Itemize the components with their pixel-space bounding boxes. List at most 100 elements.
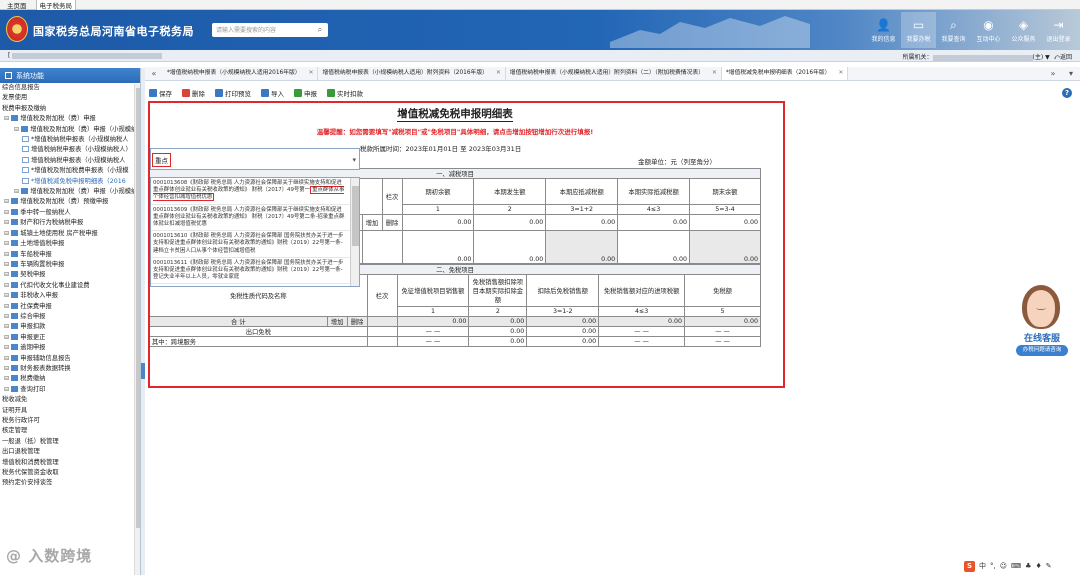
close-icon[interactable]: ✕ [712,70,717,76]
sidebar-item[interactable]: 一般退（抵）税管理 [0,437,140,447]
sidebar-item[interactable]: 增值税纳税申报表（小规模纳税人 [0,156,140,166]
sidebar-item[interactable]: ⊟ 增值税及附加税（费）申报（小规模纳 [0,187,140,197]
nav-tax-handle[interactable]: ▭ 我要办税 [901,12,936,48]
sidebar-item[interactable]: 综合信息报告 [0,83,140,93]
expand-toggle-icon[interactable]: ⊟ [14,126,21,133]
sidebar-item[interactable]: ⊟ 代扣代收文化事业建设费 [0,281,140,291]
declare-button[interactable]: 申报 [290,88,321,98]
tab-reduction-detail[interactable]: *增值税减免税申报明细表（2016年版） ✕ [721,67,849,80]
save-button[interactable]: 保存 [145,88,176,98]
expand-toggle-icon[interactable]: ⊟ [4,230,11,237]
sidebar-item[interactable]: ⊟ 增值税及附加税（费）预缴申报 [0,197,140,207]
expand-toggle-icon[interactable]: ⊟ [4,271,11,278]
sidebar-item[interactable]: 证明开具 [0,406,140,416]
close-icon[interactable]: ✕ [309,70,314,76]
expand-toggle-icon[interactable]: ⊟ [4,386,11,393]
expand-toggle-icon[interactable]: ⊟ [4,334,11,341]
tabs-menu-icon[interactable]: ▾ [1062,69,1080,78]
expand-toggle-icon[interactable]: ⊟ [4,292,11,299]
expand-toggle-icon[interactable]: ⊟ [4,323,11,330]
tab-main-return[interactable]: *增值税纳税申报表（小规模纳税人适用2016年版） ✕ [163,67,319,80]
expand-toggle-icon[interactable]: ⊟ [4,282,11,289]
dropdown-option[interactable]: 0001013611《财政部 税务总局 人力资源社会保障部 国务院扶贫办关于进一… [151,258,359,285]
sidebar-scrollbar[interactable] [134,84,140,575]
sidebar-item[interactable]: ⊟ 车船税申报 [0,250,140,260]
nav-logout[interactable]: ⇥ 退出登录 [1041,12,1076,48]
tab-schedule-2[interactable]: 增值税纳税申报表（小规模纳税人适用）附列资料（二）（附加税费情况表） ✕ [506,67,722,80]
print-preview-button[interactable]: 打印预览 [211,88,255,98]
search-icon[interactable]: ⌕ [314,24,326,36]
realtime-deduct-button[interactable]: 实时扣款 [323,88,367,98]
sidebar-item[interactable]: ⊟ 契税申报 [0,270,140,280]
chevron-down-icon[interactable]: ▾ [352,156,356,164]
sidebar-item[interactable]: ⊟ 城镇土地使用税 房产税申报 [0,229,140,239]
expand-toggle-icon[interactable]: ⊟ [4,365,11,372]
ime-item[interactable]: ♣ [1025,562,1031,570]
sidebar-item[interactable]: 核定管理 [0,426,140,436]
expand-toggle-icon[interactable]: ⊟ [4,261,11,268]
sidebar-item[interactable]: ⊟ 增值税及附加税（费）申报（小规模纳 [0,125,140,135]
sidebar-item[interactable]: 预约定价安排谈签 [0,478,140,488]
nav-my-info[interactable]: 👤 我的信息 [866,12,901,48]
delete-button[interactable]: 删除 [178,88,209,98]
back-link[interactable]: 返回 [1060,54,1072,61]
ime-item[interactable]: °, [990,562,996,570]
dropdown-option[interactable]: 0001013608《财政部 税务总局 人力资源社会保障部关于继续实施支持和促进… [151,178,359,205]
expand-toggle-icon[interactable]: ⊟ [4,313,11,320]
ime-item[interactable]: ✎ [1046,562,1052,570]
expand-toggle-icon[interactable]: ⊟ [4,219,11,226]
ime-item[interactable]: ♦ [1035,562,1041,570]
sidebar-item[interactable]: ⊟ 申报更正 [0,333,140,343]
sidebar-item[interactable]: 出口退税管理 [0,447,140,457]
collapse-handle[interactable] [141,363,145,379]
sidebar-item[interactable]: 发票使用 [0,93,140,103]
sidebar-item[interactable]: ⊟ 申报扣款 [0,322,140,332]
sidebar-item[interactable]: 税费申报及缴纳 [0,104,140,114]
sidebar-item[interactable]: ⊟ 非税收入申报 [0,291,140,301]
nav-interaction[interactable]: ◉ 互动中心 [971,12,1006,48]
dropdown-option[interactable]: 0001013610《财政部 税务总局 人力资源社会保障部 国务院扶贫办关于进一… [151,231,359,258]
expand-toggle-icon[interactable]: ⊟ [4,209,11,216]
expand-toggle-icon[interactable]: ⊟ [4,198,11,205]
options-scrollbar[interactable] [350,178,359,286]
sidebar-item[interactable]: ⊟ 季中转一般纳税人 [0,208,140,218]
sidebar-item[interactable]: ⊟ 申报辅助信息报告 [0,354,140,364]
tabs-scroll-right-icon[interactable]: » [1044,69,1062,78]
sidebar-item[interactable]: 增值税和消费税管理 [0,458,140,468]
help-icon[interactable]: ? [1062,88,1072,98]
tab-schedule-1[interactable]: 增值税纳税申报表（小规模纳税人适用）附列资料（2016年版） ✕ [318,67,506,80]
sidebar-item[interactable]: 税务代保管资金收取 [0,468,140,478]
expand-toggle-icon[interactable]: ⊟ [4,251,11,258]
ime-item[interactable]: ☺ [1000,562,1007,570]
expand-toggle-icon[interactable]: ⊟ [4,355,11,362]
expand-toggle-icon[interactable]: ⊟ [14,188,21,195]
sidebar-item[interactable]: 税务行政许可 [0,416,140,426]
browser-tab-home[interactable]: 主页面 [4,0,30,10]
sidebar-item[interactable]: 税收减免 [0,395,140,405]
expand-toggle-icon[interactable]: ⊟ [4,303,11,310]
sidebar-item[interactable]: ⊟ 车辆购置税申报 [0,260,140,270]
sidebar-item[interactable]: ⊟ 综合申报 [0,312,140,322]
sidebar-item[interactable]: ⊟ 税费缴纳 [0,374,140,384]
dropdown-option[interactable]: 0001013609《财政部 税务总局 人力资源社会保障部关于继续实施支持和促进… [151,205,359,232]
ime-item[interactable]: 中 [979,561,986,571]
expand-toggle-icon[interactable]: ⊟ [4,344,11,351]
sidebar-item[interactable]: ⊟ 增值税及附加税（费）申报 [0,114,140,124]
sidebar-item[interactable]: ⊟ 社保费申报 [0,302,140,312]
close-icon[interactable]: ✕ [496,70,501,76]
sidebar-item[interactable]: ⊟ 查询打印 [0,385,140,395]
combobox-value[interactable]: 重点 [152,153,171,167]
expand-toggle-icon[interactable]: ⊟ [4,240,11,247]
sidebar-item[interactable]: ⊟ 土地增值税申报 [0,239,140,249]
expand-toggle-icon[interactable]: ⊟ [4,115,11,122]
nav-public-service[interactable]: ◈ 公众服务 [1006,12,1041,48]
sidebar-item[interactable]: *增值税及附加税费申报表（小规模 [0,166,140,176]
sogou-ime-icon[interactable]: S [964,560,975,572]
sidebar-item[interactable]: ⊟ 逾期申报 [0,343,140,353]
reduction-code-combobox[interactable]: 重点 ▾ [150,148,360,170]
online-service-widget[interactable]: 在线客服 办税问题请咨询 [1012,285,1070,365]
browser-tab-etax[interactable]: 电子税务局 [35,0,76,10]
search-input[interactable]: 请输入需要搜索的内容 [212,23,328,37]
ime-item[interactable]: ⌨ [1011,562,1021,570]
sidebar-item[interactable]: *增值税纳税申报表（小规模纳税人 [0,135,140,145]
